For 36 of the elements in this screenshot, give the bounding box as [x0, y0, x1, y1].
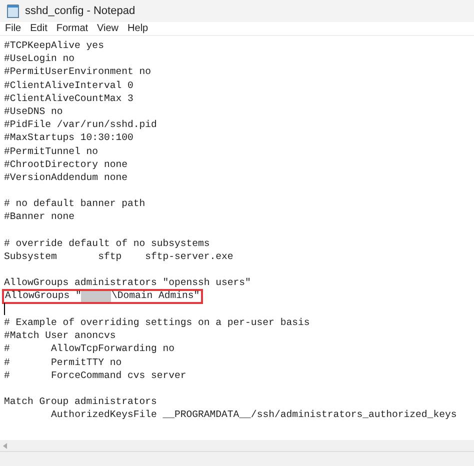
notepad-icon [7, 4, 19, 18]
code-line: Subsystem sftp sftp-server.exe [4, 251, 234, 262]
scroll-left-icon[interactable] [3, 442, 7, 448]
code-line: #ChrootDirectory none [4, 158, 128, 170]
window-title: sshd_config - Notepad [25, 4, 136, 19]
menu-item[interactable]: View [97, 22, 119, 35]
code-line: #Banner none [4, 211, 75, 222]
menu-item[interactable]: File [5, 22, 22, 35]
code-line: #VersionAddendum none [4, 172, 128, 183]
text-cursor-icon [4, 303, 5, 316]
code-line: # Example of overriding settings on a per-user basis [4, 316, 310, 328]
code-line: AuthorizedKeysFile __PROGRAMDATA__/ssh/administrators_authorized_keys [50, 409, 457, 420]
code-line: #PermitUserEnvironment no [4, 66, 151, 78]
code-line: #UseLogin no [4, 53, 75, 64]
horizontal-scrollbar[interactable] [0, 440, 474, 452]
code-line: AllowGroups " [5, 289, 82, 303]
code-line: Match Group administrators [4, 396, 157, 408]
redaction-block [81, 290, 112, 302]
code-line: #UseDNS no [4, 106, 63, 117]
code-line: # no default banner path [4, 198, 146, 210]
code-line: AllowGroups administrators "openssh users" [4, 277, 251, 288]
code-line: # AllowTcpForwarding no [4, 343, 175, 354]
code-line: #PidFile /var/run/sshd.pid [4, 119, 157, 130]
code-line: \Domain Admins" [111, 289, 200, 303]
code-line: #MaxStartups 10:30:100 [4, 132, 134, 144]
code-line: #PermitTunnel no [4, 146, 98, 156]
code-line: #TCPKeepAlive yes [4, 40, 104, 51]
code-line: # PermitTTY no [4, 356, 122, 368]
menu-item[interactable]: Help [128, 22, 148, 35]
code-line: # ForceCommand cvs server [4, 370, 186, 381]
code-line: # override default of no subsystems [4, 238, 210, 249]
code-line: #Match User anoncvs [4, 330, 116, 342]
code-line: #ClientAliveInterval 0 [4, 80, 134, 91]
code-line: #ClientAliveCountMax 3 [4, 92, 134, 104]
menu-item[interactable]: Edit [30, 22, 48, 35]
menu-item[interactable]: Format [56, 22, 88, 35]
